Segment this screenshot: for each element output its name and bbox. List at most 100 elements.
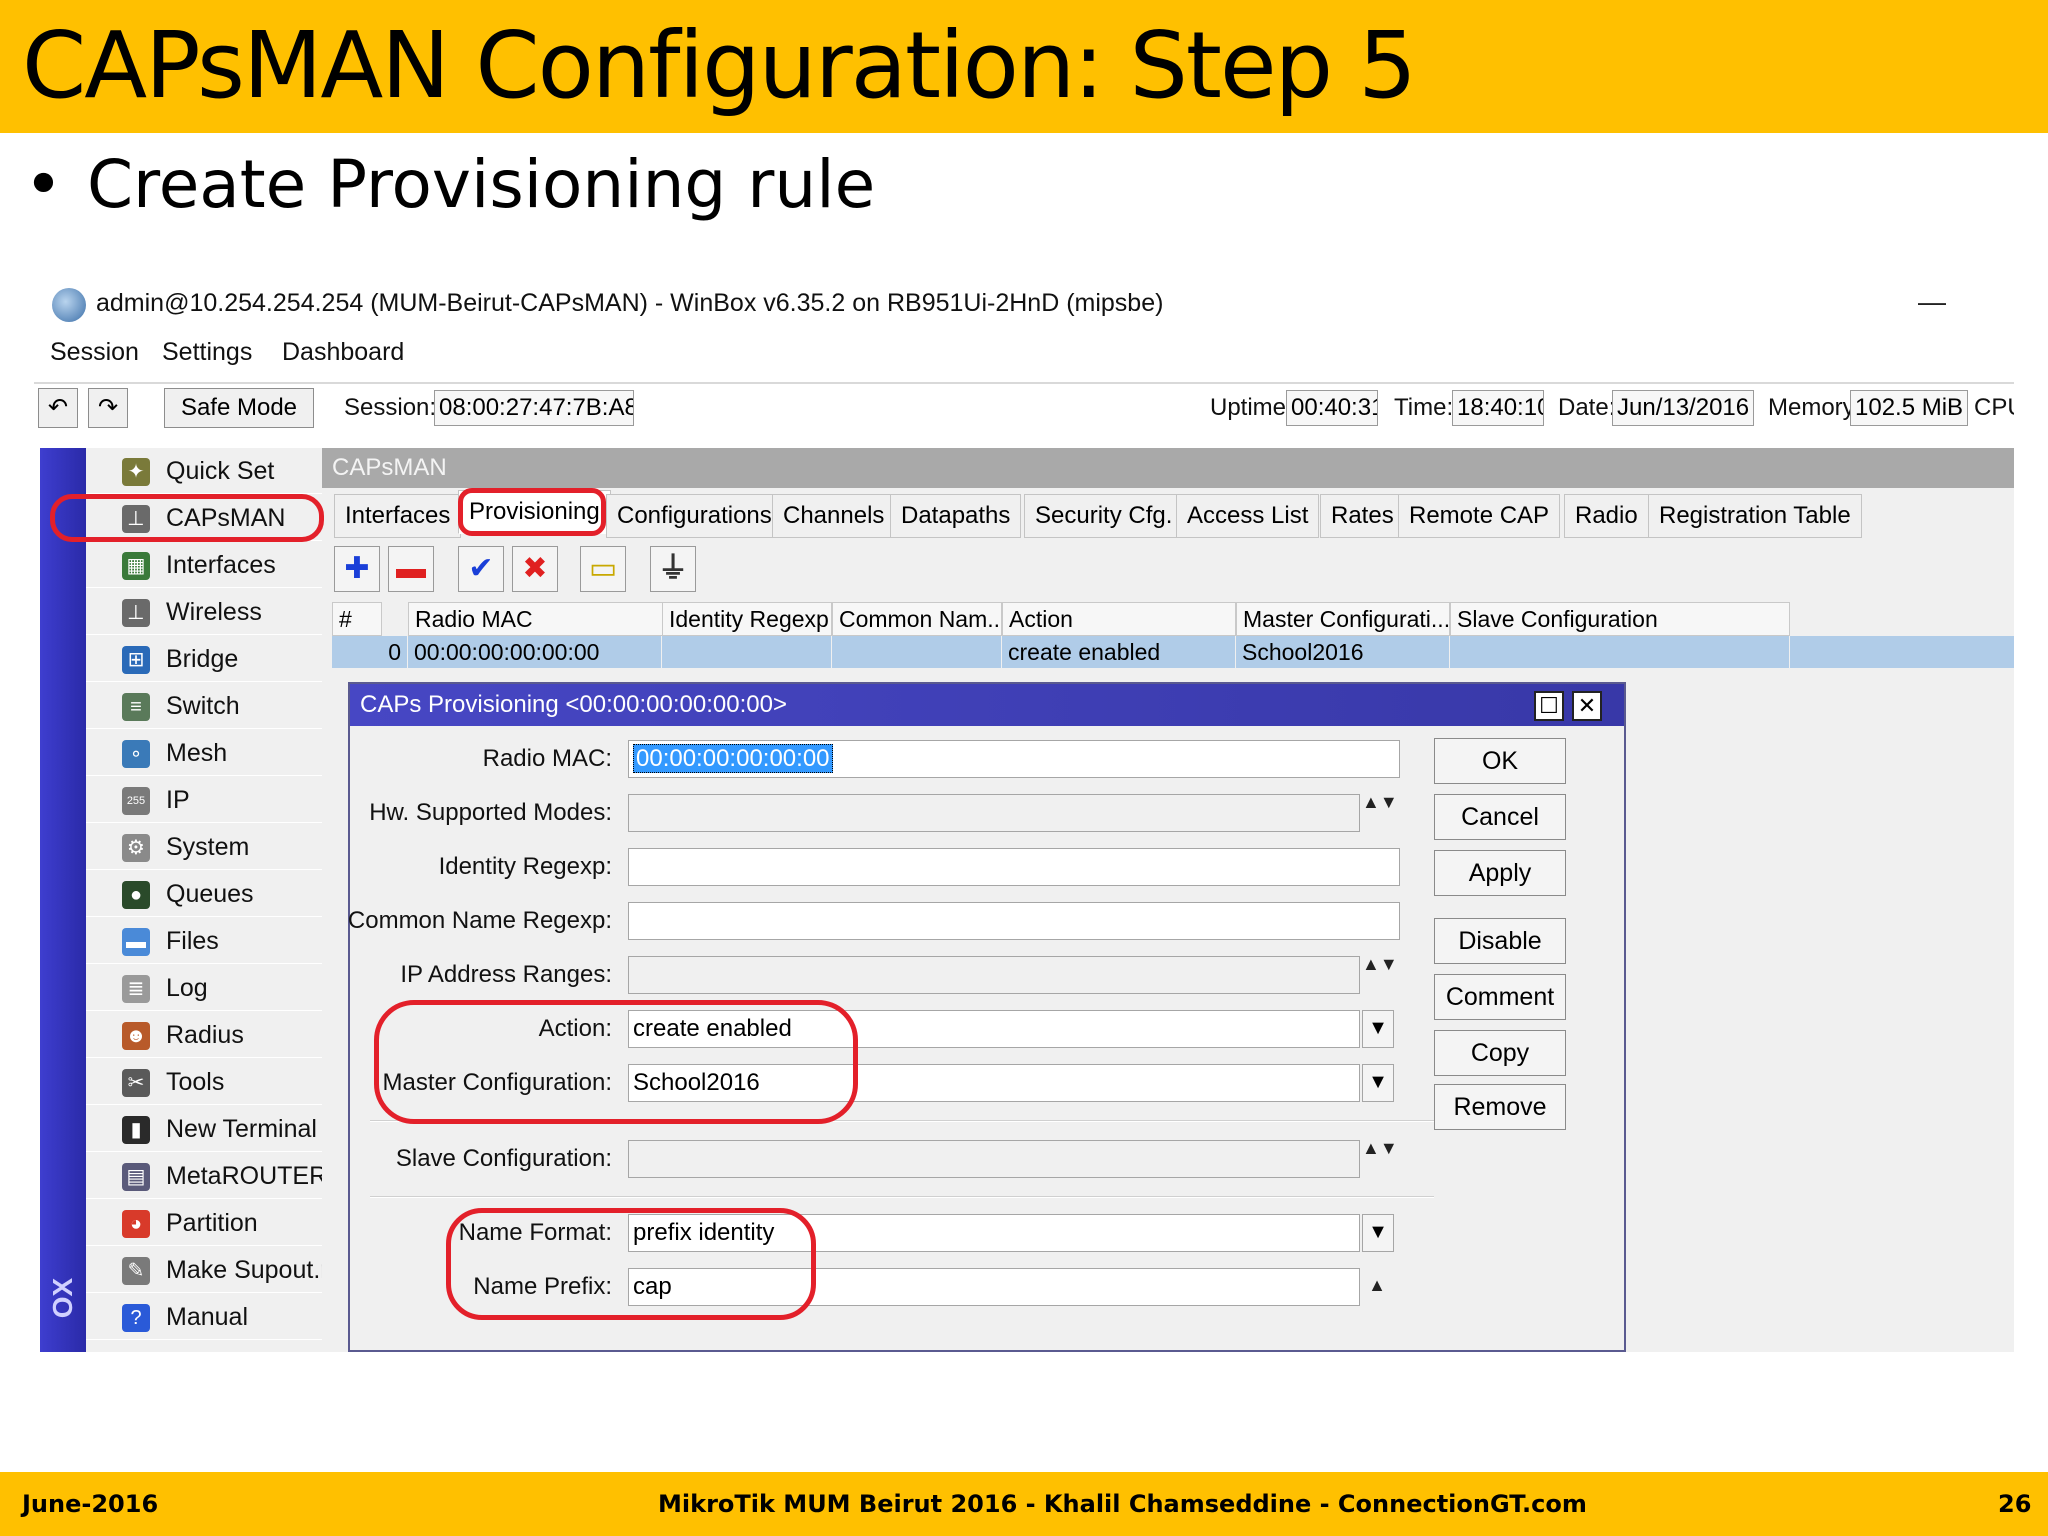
dialog-title: CAPs Provisioning <00:00:00:00:00:00> bbox=[360, 691, 787, 718]
tab-remote-cap[interactable]: Remote CAP bbox=[1398, 494, 1561, 538]
sidebar-brand-strip bbox=[40, 448, 86, 1352]
slave-updown-icon[interactable]: ▲▼ bbox=[1362, 1139, 1398, 1178]
menu-dashboard[interactable]: Dashboard bbox=[282, 338, 404, 367]
row-identity-regexp bbox=[662, 636, 832, 668]
identity-regexp-label: Identity Regexp: bbox=[438, 853, 612, 880]
hw-supported-modes-label: Hw. Supported Modes: bbox=[369, 799, 612, 826]
restore-icon[interactable]: ☐ bbox=[1534, 691, 1564, 721]
footer-page-number: 26 bbox=[1998, 1490, 2032, 1518]
row-common-name bbox=[832, 636, 1002, 668]
master-chevron-down-icon[interactable]: ▼ bbox=[1362, 1064, 1394, 1102]
column-header-master-configuration[interactable]: Master Configurati... bbox=[1236, 602, 1450, 636]
disable-icon[interactable]: ✖ bbox=[512, 546, 558, 592]
hw-modes-updown-icon[interactable]: ▲▼ bbox=[1362, 793, 1398, 832]
column-header-common-name[interactable]: Common Nam... bbox=[832, 602, 1002, 636]
wireless-icon: ⊥ bbox=[122, 599, 150, 627]
gear-icon: ⚙ bbox=[122, 834, 150, 862]
document-icon: ✎ bbox=[122, 1257, 150, 1285]
menu-settings[interactable]: Settings bbox=[162, 338, 252, 367]
users-icon: ☻ bbox=[122, 1022, 150, 1050]
sidebar-item-interfaces[interactable]: ▦ Interfaces bbox=[86, 542, 356, 588]
copy-button[interactable]: Copy bbox=[1434, 1030, 1566, 1076]
window-title: admin@10.254.254.254 (MUM-Beirut-CAPsMAN… bbox=[96, 289, 1164, 317]
radio-mac-value: 00:00:00:00:00:00 bbox=[633, 744, 833, 773]
remove-icon[interactable]: ▬ bbox=[388, 546, 434, 592]
ip-address-ranges-field[interactable] bbox=[628, 956, 1360, 994]
sidebar-item-label: Mesh bbox=[166, 739, 228, 767]
log-icon: ≣ bbox=[122, 975, 150, 1003]
ip-address-ranges-label: IP Address Ranges: bbox=[400, 961, 612, 988]
time-label: Time: bbox=[1394, 394, 1454, 421]
undo-button[interactable]: ↶ bbox=[38, 388, 78, 428]
column-header-action[interactable]: Action bbox=[1002, 602, 1236, 636]
time-value: 18:40:10 bbox=[1452, 390, 1544, 426]
folder-icon: ▬ bbox=[122, 928, 150, 956]
add-icon[interactable]: ✚ bbox=[334, 546, 380, 592]
column-header-identity-regexp[interactable]: Identity Regexp bbox=[662, 602, 832, 636]
metarouter-icon: ▤ bbox=[122, 1163, 150, 1191]
radio-mac-field[interactable]: 00:00:00:00:00:00 bbox=[628, 740, 1400, 778]
row-radio-mac: 00:00:00:00:00:00 bbox=[408, 636, 662, 668]
sidebar-item-bridge[interactable]: ⊞ Bridge bbox=[86, 636, 356, 682]
minimize-button[interactable]: — bbox=[1918, 288, 1946, 316]
disable-button[interactable]: Disable bbox=[1434, 918, 1566, 964]
annotation-provisioning-tab bbox=[458, 488, 606, 536]
annotation-action-master bbox=[374, 1000, 858, 1124]
tab-security-cfg[interactable]: Security Cfg. bbox=[1024, 494, 1184, 538]
hw-supported-modes-field[interactable] bbox=[628, 794, 1360, 832]
identity-regexp-field[interactable] bbox=[628, 848, 1400, 886]
row-slave-configuration bbox=[1450, 636, 1790, 668]
safe-mode-button[interactable]: Safe Mode bbox=[164, 388, 314, 428]
help-icon: ? bbox=[122, 1304, 150, 1332]
sidebar-item-label: Partition bbox=[166, 1209, 258, 1237]
column-header-num[interactable]: # bbox=[332, 602, 382, 636]
enable-icon[interactable]: ✔ bbox=[458, 546, 504, 592]
redo-button[interactable]: ↷ bbox=[88, 388, 128, 428]
tab-radio[interactable]: Radio bbox=[1564, 494, 1649, 538]
tab-access-list[interactable]: Access List bbox=[1176, 494, 1320, 538]
action-chevron-down-icon[interactable]: ▼ bbox=[1362, 1010, 1394, 1048]
capsman-window-titlebar bbox=[322, 448, 2014, 488]
sidebar-brand-text: OX bbox=[47, 1277, 78, 1319]
sidebar-item-wireless[interactable]: ⊥ Wireless bbox=[86, 589, 356, 635]
memory-value: 102.5 MiB bbox=[1850, 390, 1968, 426]
tab-rates[interactable]: Rates bbox=[1320, 494, 1405, 538]
tab-channels[interactable]: Channels bbox=[772, 494, 896, 538]
cpu-label: CPU bbox=[1974, 394, 2014, 421]
slave-configuration-field[interactable] bbox=[628, 1140, 1360, 1178]
sidebar-item-label: Files bbox=[166, 927, 219, 955]
menu-session[interactable]: Session bbox=[50, 338, 139, 367]
bridge-icon: ⊞ bbox=[122, 646, 150, 674]
sidebar-item-label: Manual bbox=[166, 1303, 248, 1331]
apply-button[interactable]: Apply bbox=[1434, 850, 1566, 896]
remove-button[interactable]: Remove bbox=[1434, 1084, 1566, 1130]
session-value: 08:00:27:47:7B:A8 bbox=[434, 390, 634, 426]
sidebar-item-label: Switch bbox=[166, 692, 240, 720]
common-name-regexp-field[interactable] bbox=[628, 902, 1400, 940]
close-icon[interactable]: ✕ bbox=[1572, 691, 1602, 721]
partition-icon: ◕ bbox=[122, 1210, 150, 1238]
ok-button[interactable]: OK bbox=[1434, 738, 1566, 784]
uptime-value: 00:40:31 bbox=[1286, 390, 1378, 426]
interfaces-icon: ▦ bbox=[122, 552, 150, 580]
comment-button[interactable]: Comment bbox=[1434, 974, 1566, 1020]
name-prefix-up-icon[interactable]: ▲ bbox=[1362, 1268, 1392, 1306]
uptime-label: Uptime: bbox=[1210, 394, 1293, 421]
slide-bullet: • Create Provisioning rule bbox=[24, 140, 875, 230]
sidebar-item-label: Log bbox=[166, 974, 208, 1002]
sidebar-item-quick-set[interactable]: ✦ Quick Set bbox=[86, 448, 356, 494]
comment-icon[interactable]: ▭ bbox=[580, 546, 626, 592]
sidebar-item-switch[interactable]: ≡ Switch bbox=[86, 683, 356, 729]
name-format-chevron-down-icon[interactable]: ▼ bbox=[1362, 1214, 1394, 1252]
tab-registration-table[interactable]: Registration Table bbox=[1648, 494, 1862, 538]
column-header-slave-configuration[interactable]: Slave Configuration bbox=[1450, 602, 1790, 636]
cancel-button[interactable]: Cancel bbox=[1434, 794, 1566, 840]
tab-interfaces[interactable]: Interfaces bbox=[334, 494, 462, 538]
column-header-radio-mac[interactable]: Radio MAC bbox=[408, 602, 696, 636]
ip-ranges-updown-icon[interactable]: ▲▼ bbox=[1362, 955, 1398, 994]
filter-icon[interactable]: ⏚ bbox=[650, 546, 696, 592]
dialog-divider-2 bbox=[370, 1196, 1434, 1198]
tab-datapaths[interactable]: Datapaths bbox=[890, 494, 1022, 538]
tab-configurations[interactable]: Configurations bbox=[606, 494, 783, 538]
winbox-logo-icon bbox=[52, 288, 86, 322]
